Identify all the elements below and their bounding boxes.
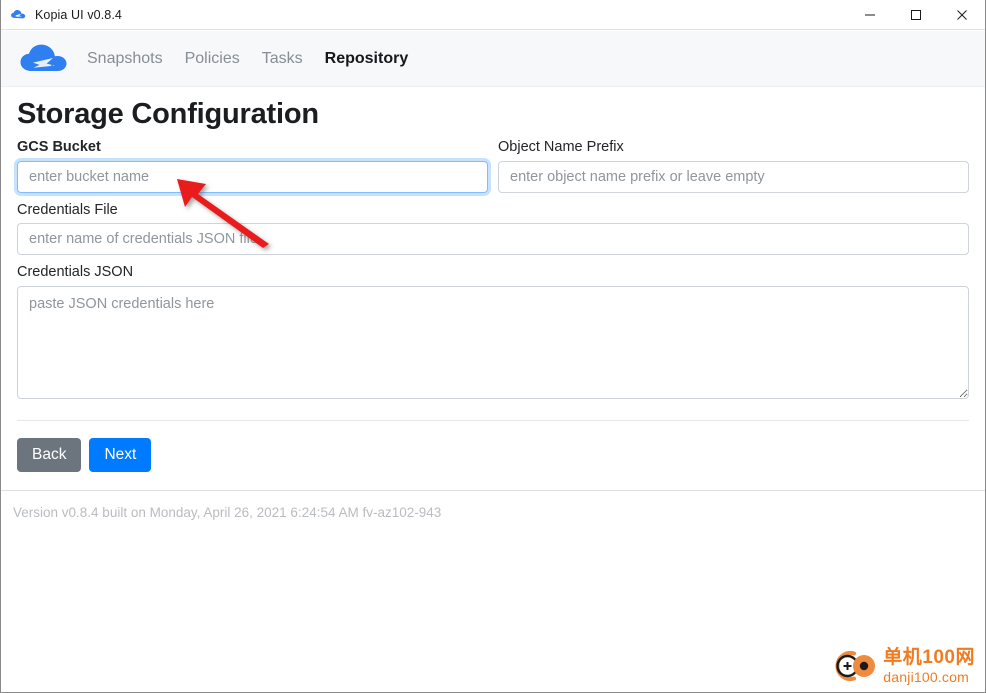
gcs-bucket-field-group: GCS Bucket (17, 139, 488, 193)
minimize-button[interactable] (847, 0, 893, 30)
nav-links: Snapshots Policies Tasks Repository (87, 50, 408, 68)
kopia-cloud-logo-icon[interactable] (19, 42, 67, 76)
footer-divider (1, 490, 985, 491)
maximize-button[interactable] (893, 0, 939, 30)
danji100-logo-icon (835, 651, 876, 681)
gcs-bucket-label: GCS Bucket (17, 139, 101, 156)
credentials-file-label: Credentials File (17, 201, 118, 218)
back-button[interactable]: Back (17, 437, 82, 473)
form-actions: Back Next (1, 421, 985, 473)
close-icon (957, 10, 967, 20)
site-watermark: 单机100网 danji100.com (832, 647, 975, 685)
window-controls (847, 0, 985, 30)
object-name-prefix-input[interactable] (498, 160, 969, 193)
object-name-prefix-field-group: Object Name Prefix (498, 139, 969, 193)
credentials-json-field-group: Credentials JSON (17, 264, 969, 399)
form-row-3: Credentials JSON (17, 264, 969, 399)
content-area: Storage Configuration GCS Bucket Object … (1, 88, 985, 692)
watermark-name-cn: 单机100网 (883, 647, 975, 668)
watermark-url: danji100.com (883, 669, 969, 685)
nav-item-tasks[interactable]: Tasks (262, 50, 303, 68)
form-row-1: GCS Bucket Object Name Prefix (17, 139, 969, 193)
gcs-bucket-input[interactable] (17, 160, 488, 193)
app-icon (11, 9, 26, 18)
nav-item-repository[interactable]: Repository (325, 50, 409, 68)
main-navbar: Snapshots Policies Tasks Repository (1, 31, 985, 87)
form-row-2: Credentials File (17, 201, 969, 256)
credentials-file-input[interactable] (17, 223, 969, 256)
version-status-text: Version v0.8.4 built on Monday, April 26… (13, 505, 442, 520)
close-button[interactable] (939, 0, 985, 30)
next-button[interactable]: Next (89, 437, 152, 473)
app-window: Kopia UI v0.8.4 Snapshots Policies Tasks… (0, 0, 986, 693)
object-name-prefix-label: Object Name Prefix (498, 139, 624, 156)
minimize-icon (865, 14, 875, 16)
nav-item-policies[interactable]: Policies (185, 50, 240, 68)
credentials-file-field-group: Credentials File (17, 201, 969, 256)
storage-config-form: GCS Bucket Object Name Prefix Credential… (1, 139, 985, 399)
window-title: Kopia UI v0.8.4 (35, 7, 122, 22)
watermark-text: 单机100网 danji100.com (883, 648, 975, 684)
nav-item-snapshots[interactable]: Snapshots (87, 50, 163, 68)
page-title: Storage Configuration (17, 98, 319, 130)
credentials-json-textarea[interactable] (17, 285, 969, 399)
title-bar: Kopia UI v0.8.4 (1, 0, 985, 30)
credentials-json-label: Credentials JSON (17, 264, 134, 281)
maximize-icon (911, 10, 921, 20)
